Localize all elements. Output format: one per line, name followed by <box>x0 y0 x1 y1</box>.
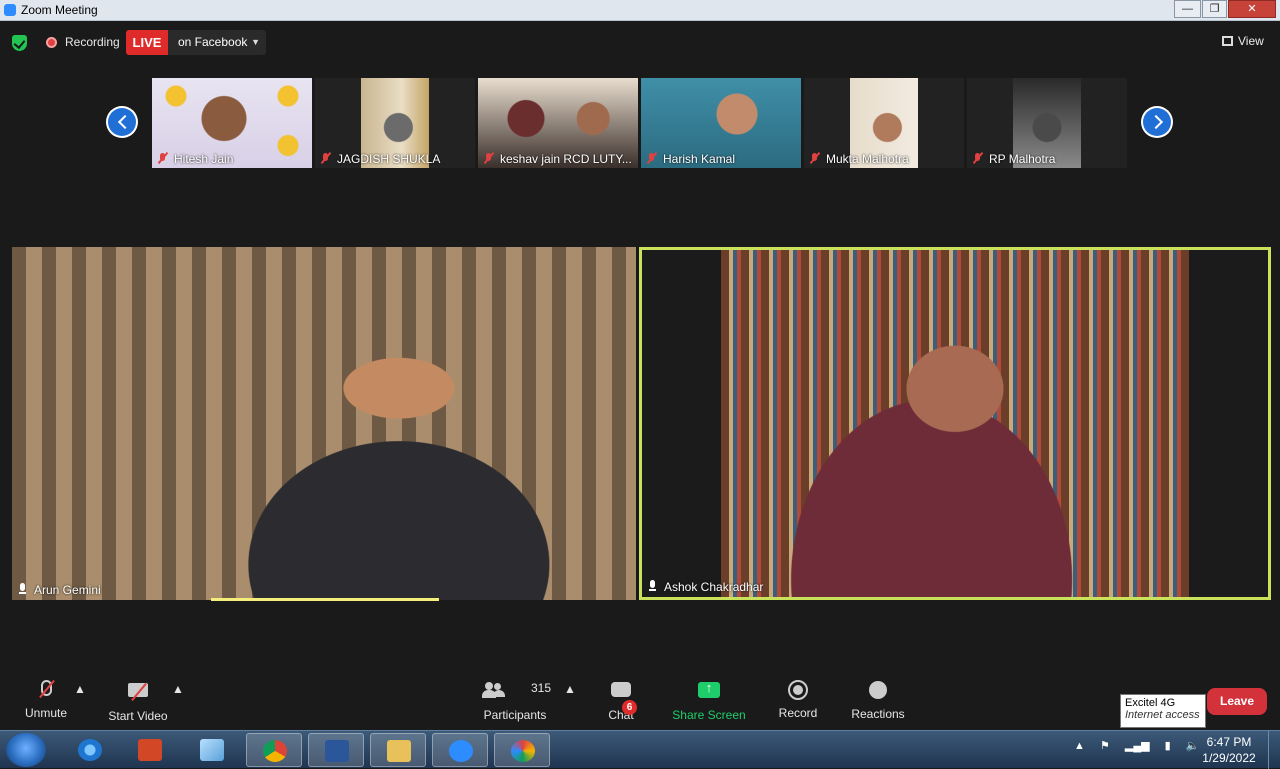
video-feed <box>721 250 1189 597</box>
live-platform-label: on Facebook <box>178 35 248 49</box>
participant-thumbnail[interactable]: RP Malhotra <box>967 78 1127 168</box>
participant-name: Mukta Malhotra <box>826 152 909 166</box>
live-badge[interactable]: LIVE <box>126 30 168 55</box>
show-desktop-button[interactable] <box>1268 731 1280 769</box>
unmute-button[interactable]: Unmute <box>22 679 70 720</box>
leave-button[interactable]: Leave <box>1207 688 1267 715</box>
chat-unread-badge: 6 <box>622 700 637 715</box>
close-button[interactable]: ✕ <box>1228 0 1276 18</box>
view-button[interactable]: View <box>1222 34 1264 48</box>
participant-name: Ashok Chakradhar <box>664 580 764 594</box>
video-feed <box>12 247 636 600</box>
start-video-label: Start Video <box>108 709 168 723</box>
participant-name: Hitesh Jain <box>174 152 234 166</box>
maximize-button[interactable]: ❐ <box>1202 0 1227 18</box>
speaker-indicator-bar <box>211 598 439 601</box>
video-tile[interactable]: Arun Gemini <box>12 247 636 600</box>
video-options-chevron-icon[interactable]: ▲ <box>172 682 184 696</box>
network-signal-icon[interactable]: ▂▄▆ <box>1125 739 1150 752</box>
clock-date: 1/29/2022 <box>1202 751 1256 765</box>
participant-name: RP Malhotra <box>989 152 1056 166</box>
start-video-button[interactable]: Start Video <box>106 680 170 723</box>
muted-mic-icon <box>809 151 821 165</box>
smiley-icon <box>850 681 906 701</box>
participant-name: Harish Kamal <box>663 152 736 166</box>
file-explorer-icon[interactable] <box>370 733 426 767</box>
video-off-icon <box>106 682 170 703</box>
zoom-app-icon <box>4 4 16 16</box>
gallery-prev-arrow-icon[interactable] <box>106 106 138 138</box>
share-screen-button[interactable]: Share Screen <box>672 680 746 722</box>
muted-mic-icon <box>157 151 169 165</box>
network-status: Internet access <box>1125 709 1200 721</box>
internet-explorer-icon[interactable] <box>62 733 118 767</box>
recording-label: Recording <box>65 35 120 49</box>
participants-options-chevron-icon[interactable]: ▲ <box>564 682 576 696</box>
powerpoint-icon[interactable] <box>122 733 178 767</box>
participant-thumbnail[interactable]: JAGDISH SHUKLA <box>315 78 475 168</box>
system-tray: ▲ ⚑ ▂▄▆ ▮ 🔈 <box>1074 739 1212 752</box>
clock-time: 6:47 PM <box>1206 735 1252 749</box>
network-tooltip: Excitel 4G Internet access <box>1120 694 1206 728</box>
network-name: Excitel 4G <box>1125 697 1176 709</box>
unmute-label: Unmute <box>24 706 68 720</box>
participant-thumbnail[interactable]: Harish Kamal <box>641 78 801 168</box>
show-hidden-icons-icon[interactable]: ▲ <box>1074 740 1085 752</box>
zoom-taskbar-icon[interactable] <box>432 733 488 767</box>
participant-thumbnail[interactable]: Hitesh Jain <box>152 78 312 168</box>
participant-name: JAGDISH SHUKLA <box>337 152 441 166</box>
mic-icon <box>19 583 27 595</box>
participant-name: keshav jain RCD LUTY... <box>500 152 632 166</box>
action-center-flag-icon[interactable]: ⚑ <box>1100 739 1110 752</box>
window-title: Zoom Meeting <box>21 3 98 17</box>
reactions-button[interactable]: Reactions <box>850 680 906 721</box>
mic-icon <box>649 580 657 592</box>
chat-icon <box>604 682 638 702</box>
battery-icon[interactable]: ▮ <box>1165 739 1171 752</box>
meeting-area: Recording LIVE on Facebook ▼ View Hitesh… <box>0 22 1280 730</box>
participant-thumbnail[interactable]: Mukta Malhotra <box>804 78 964 168</box>
meeting-controls: Unmute ▲ Start Video ▲ Participants 315 … <box>0 672 1280 730</box>
muted-mic-icon <box>483 151 495 165</box>
participant-thumbnail[interactable]: keshav jain RCD LUTY... <box>478 78 638 168</box>
view-label: View <box>1238 34 1264 48</box>
paint-icon[interactable] <box>494 733 550 767</box>
taskbar-clock[interactable]: 6:47 PM 1/29/2022 <box>1196 734 1262 766</box>
window-titlebar: Zoom Meeting — ❐ ✕ <box>0 0 1280 21</box>
live-platform-dropdown[interactable]: on Facebook ▼ <box>168 30 266 55</box>
chrome-icon[interactable] <box>246 733 302 767</box>
record-label: Record <box>778 706 818 720</box>
record-icon <box>778 680 818 700</box>
audio-options-chevron-icon[interactable]: ▲ <box>74 682 86 696</box>
recording-dot-icon <box>46 37 57 48</box>
participants-count: 315 <box>531 681 552 695</box>
notes-app-icon[interactable] <box>184 733 240 767</box>
start-button-icon[interactable] <box>6 733 46 767</box>
share-screen-icon <box>672 680 746 702</box>
muted-mic-icon <box>22 679 70 700</box>
grid-icon <box>1222 36 1233 46</box>
reactions-label: Reactions <box>851 707 905 721</box>
minimize-button[interactable]: — <box>1174 0 1201 18</box>
muted-mic-icon <box>320 151 332 165</box>
record-button[interactable]: Record <box>778 680 818 720</box>
word-icon[interactable] <box>308 733 364 767</box>
participant-name: Arun Gemini <box>34 583 101 597</box>
gallery-next-arrow-icon[interactable] <box>1141 106 1173 138</box>
muted-mic-icon <box>646 151 658 165</box>
meeting-topbar: Recording LIVE on Facebook ▼ View <box>0 22 1280 62</box>
participants-label: Participants <box>483 708 547 722</box>
video-tile-active-speaker[interactable]: Ashok Chakradhar <box>639 247 1271 600</box>
security-shield-icon[interactable] <box>12 35 27 51</box>
muted-mic-icon <box>972 151 984 165</box>
share-screen-label: Share Screen <box>672 708 746 722</box>
chevron-down-icon: ▼ <box>251 37 260 47</box>
windows-taskbar: ▲ ⚑ ▂▄▆ ▮ 🔈 6:47 PM 1/29/2022 <box>0 730 1280 769</box>
